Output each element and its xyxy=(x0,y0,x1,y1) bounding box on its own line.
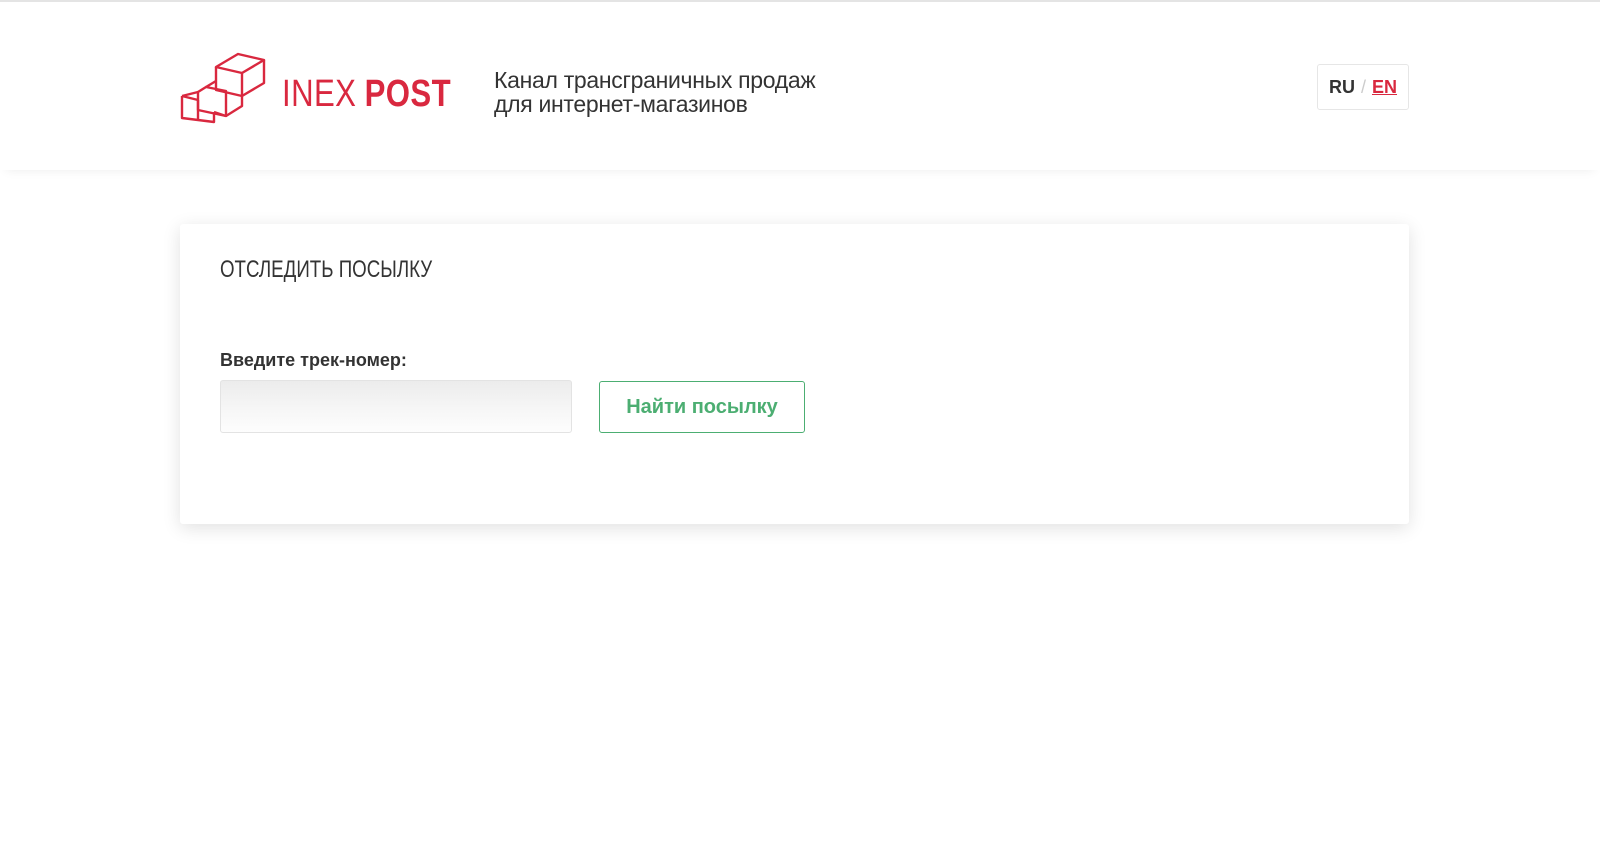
language-en-link[interactable]: EN xyxy=(1372,77,1397,98)
language-separator: / xyxy=(1360,76,1366,97)
track-parcel-title: Отследить посылку xyxy=(220,256,433,283)
language-switcher: RU / EN xyxy=(1317,64,1409,110)
inex-post-logo[interactable]: INEX POST xyxy=(180,44,451,124)
track-number-input[interactable] xyxy=(220,380,572,433)
language-ru-link[interactable]: RU xyxy=(1329,77,1355,98)
tagline-line-1: Канал трансграничных продаж xyxy=(494,67,816,93)
site-tagline: Канал трансграничных продаж для интернет… xyxy=(494,67,816,117)
tagline-line-2: для интернет-магазинов xyxy=(494,91,748,117)
find-parcel-button[interactable]: Найти посылку xyxy=(599,381,805,433)
track-number-label: Введите трек-номер: xyxy=(220,350,407,370)
stacked-boxes-logo-icon xyxy=(180,52,266,124)
logo-wordmark: INEX POST xyxy=(282,74,451,114)
site-header: INEX POST Канал трансграничных продаж для… xyxy=(0,2,1600,170)
logo-word-inex: INEX xyxy=(282,73,357,115)
logo-word-post: POST xyxy=(364,73,452,115)
track-parcel-card: Отследить посылку Введите трек-номер: На… xyxy=(180,224,1409,524)
